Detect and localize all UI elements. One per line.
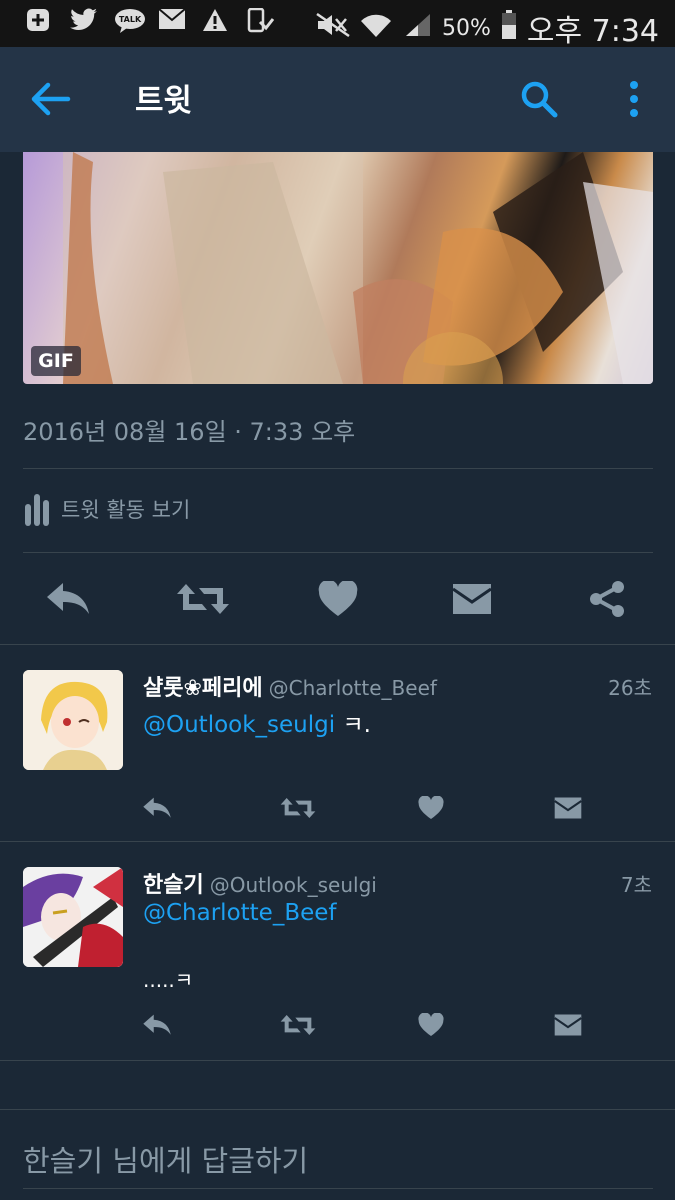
page-title: 트윗 bbox=[135, 83, 193, 119]
envelope-icon bbox=[554, 1014, 582, 1036]
like-button[interactable] bbox=[411, 1009, 451, 1041]
reply-composer-input[interactable]: 한슬기 님에게 답글하기 bbox=[23, 1138, 308, 1180]
anime-avatar-image bbox=[23, 670, 123, 770]
reply-icon bbox=[143, 797, 171, 818]
back-button[interactable] bbox=[28, 79, 74, 119]
retweet-button[interactable] bbox=[175, 575, 231, 623]
like-button[interactable] bbox=[411, 792, 451, 824]
reply-text: ㅋ. bbox=[335, 712, 371, 738]
envelope-icon bbox=[554, 797, 582, 819]
anime-avatar-image bbox=[23, 867, 123, 967]
kakaotalk-icon: TALK bbox=[114, 8, 145, 34]
reply-text: .....ㅋ bbox=[143, 968, 194, 992]
direct-message-button[interactable] bbox=[451, 575, 493, 623]
reply-author-name[interactable]: 한슬기 @Outlook_seulgi bbox=[143, 867, 377, 899]
more-options-button[interactable] bbox=[614, 77, 654, 121]
app-bar: 트윗 bbox=[0, 47, 675, 152]
battery-icon bbox=[501, 9, 517, 47]
activity-label: 트윗 활동 보기 bbox=[61, 498, 191, 522]
avatar[interactable] bbox=[23, 670, 123, 770]
handle: @Charlotte_Beef bbox=[268, 676, 437, 700]
bar-chart-icon bbox=[25, 494, 49, 526]
reply-tweet[interactable]: 한슬기 @Outlook_seulgi 7초 @Charlotte_Beef ..… bbox=[0, 842, 675, 1060]
reply-time: 7초 bbox=[620, 873, 652, 897]
warning-icon bbox=[202, 8, 228, 34]
tweet-timestamp: 2016년 08월 16일 · 7:33 오후 bbox=[23, 418, 356, 446]
retweet-button[interactable] bbox=[278, 1009, 318, 1041]
search-button[interactable] bbox=[517, 77, 561, 121]
status-bar: TALK 50% 오후 7:34 bbox=[0, 0, 675, 49]
share-button[interactable] bbox=[586, 575, 628, 623]
divider bbox=[0, 1060, 675, 1061]
reply-icon bbox=[143, 1014, 171, 1035]
mention-link[interactable]: @Charlotte_Beef bbox=[143, 900, 337, 926]
direct-message-button[interactable] bbox=[548, 792, 588, 824]
share-icon bbox=[590, 581, 624, 617]
divider bbox=[0, 1109, 675, 1110]
avatar[interactable] bbox=[23, 867, 123, 967]
kakao-label: TALK bbox=[119, 15, 142, 24]
battery-percent: 50% bbox=[441, 15, 491, 41]
reply-tweet[interactable]: 샬롯❀페리에 @Charlotte_Beef 26초 @Outlook_seulg… bbox=[0, 645, 675, 841]
mention-link[interactable]: @Outlook_seulgi bbox=[143, 712, 335, 738]
tweet-actions bbox=[0, 575, 675, 625]
wifi-icon bbox=[360, 12, 392, 45]
reply-icon bbox=[47, 583, 89, 614]
handle: @Outlook_seulgi bbox=[209, 873, 377, 897]
divider bbox=[23, 552, 653, 553]
envelope-icon bbox=[452, 584, 492, 614]
reply-author-name[interactable]: 샬롯❀페리에 @Charlotte_Beef bbox=[143, 670, 437, 702]
search-icon bbox=[521, 81, 558, 118]
gif-badge: GIF bbox=[31, 346, 81, 376]
display-name: 샬롯❀페리에 bbox=[143, 676, 263, 701]
retweet-icon bbox=[177, 584, 229, 614]
vertical-dots-icon bbox=[630, 81, 638, 117]
signal-icon bbox=[402, 12, 432, 45]
reply-button[interactable] bbox=[137, 792, 177, 824]
plus-notification-icon bbox=[26, 8, 52, 34]
gif-frame bbox=[63, 152, 653, 384]
mute-icon bbox=[316, 12, 350, 44]
reply-body: @Outlook_seulgi ㅋ. bbox=[143, 705, 371, 739]
twitter-bird-icon bbox=[70, 8, 97, 34]
direct-message-button[interactable] bbox=[548, 1009, 588, 1041]
retweet-icon bbox=[280, 1015, 316, 1035]
reply-button[interactable] bbox=[137, 1009, 177, 1041]
composer-underline bbox=[23, 1188, 653, 1189]
divider bbox=[23, 468, 653, 469]
back-arrow-icon bbox=[31, 82, 71, 116]
heart-icon bbox=[418, 1013, 444, 1037]
reply-time: 26초 bbox=[608, 676, 652, 700]
retweet-icon bbox=[280, 798, 316, 818]
mail-icon bbox=[158, 8, 186, 34]
retweet-button[interactable] bbox=[278, 792, 318, 824]
like-button[interactable] bbox=[316, 575, 360, 623]
tweet-activity-link[interactable]: 트윗 활동 보기 bbox=[23, 492, 190, 526]
clock: 오후 7:34 bbox=[526, 14, 659, 49]
download-app-icon bbox=[246, 7, 275, 34]
display-name: 한슬기 bbox=[143, 873, 204, 898]
reply-button[interactable] bbox=[44, 575, 92, 623]
reply-mention: @Charlotte_Beef bbox=[143, 900, 337, 926]
heart-icon bbox=[418, 796, 444, 820]
heart-icon bbox=[318, 581, 358, 616]
tweet-gif-media[interactable]: GIF bbox=[23, 152, 653, 384]
